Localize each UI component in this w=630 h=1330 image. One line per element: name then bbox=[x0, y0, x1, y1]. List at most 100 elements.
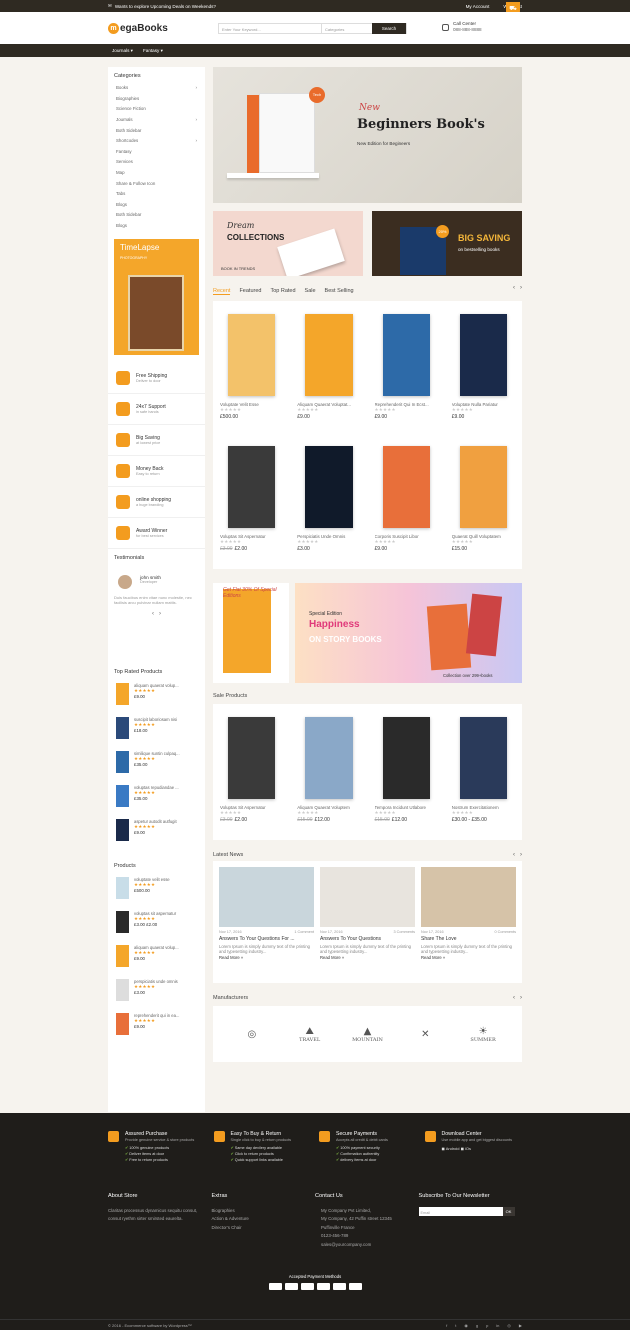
category-item[interactable]: Blogs bbox=[108, 221, 205, 232]
tab-sale[interactable]: Sale bbox=[305, 288, 316, 294]
service-sub: Accepts all credit & debit cards bbox=[336, 1138, 388, 1142]
product-list-item[interactable]: aliquam quaerat volup... ★★★★★ £9.00 bbox=[108, 941, 205, 975]
product-card[interactable]: Reprehenderit Qui In Ecst... ★★★★★ £9.00 bbox=[368, 307, 445, 431]
next-arrow-icon[interactable]: › bbox=[520, 852, 522, 858]
tab-best-selling[interactable]: Best Selling bbox=[325, 288, 354, 294]
testimonial-arrows[interactable]: ‹ › bbox=[114, 611, 199, 617]
tab-featured[interactable]: Featured bbox=[239, 288, 261, 294]
product-card[interactable]: Quaerat Quill Voluptatem ★★★★★ £15.00 bbox=[445, 439, 522, 563]
product-card[interactable]: Corporis Suscipit Libor ★★★★★ £9.00 bbox=[368, 439, 445, 563]
product-card[interactable]: Perspiciatis Unde Omnis ★★★★★ £3.00 bbox=[290, 439, 367, 563]
product-list-item[interactable]: aspetur autodit autfugit ★★★★★ £9.00 bbox=[108, 815, 205, 849]
category-item[interactable]: Both Sidebar bbox=[108, 210, 205, 221]
manufacturer-logo[interactable]: ◎ bbox=[230, 1017, 274, 1051]
nav-fantasy[interactable]: Fantasy ▾ bbox=[143, 48, 163, 54]
old-price: £15.00 bbox=[374, 817, 390, 823]
category-select[interactable]: Categories bbox=[322, 24, 372, 33]
timelapse-banner[interactable]: TimeLapse PHOTOGRAPHY bbox=[114, 239, 199, 356]
footer-link[interactable]: Action & Adventure bbox=[212, 1215, 316, 1224]
book-cover bbox=[459, 446, 507, 528]
google-icon[interactable]: g bbox=[476, 1323, 478, 1328]
manufacturer-logo[interactable]: ⛰ TRAVEL bbox=[288, 1017, 332, 1051]
news-item[interactable]: Nov 17, 2016 3 Comments Answers To Your Qu… bbox=[320, 867, 415, 977]
special-editions-banner[interactable]: Get Flat 30% Of Special Editions bbox=[213, 583, 289, 683]
search-button[interactable]: Search bbox=[372, 23, 406, 34]
tab-recent[interactable]: Recent bbox=[213, 288, 231, 295]
news-title[interactable]: Answers To Your Questions bbox=[320, 936, 415, 942]
product-thumb bbox=[116, 819, 129, 842]
category-item[interactable]: Biographies bbox=[108, 94, 205, 105]
book-cover bbox=[382, 446, 430, 528]
my-account-link[interactable]: My Account bbox=[466, 4, 490, 9]
search-input[interactable]: Enter Your Keyword... bbox=[219, 24, 322, 33]
big-saving-banner[interactable]: 20% BIG SAVING on bestselling books bbox=[372, 211, 522, 276]
product-list-item[interactable]: aliquam quaerat volup... ★★★★★ £9.00 bbox=[108, 679, 205, 713]
category-item[interactable]: Share & Follow Icon bbox=[108, 178, 205, 189]
product-card[interactable]: Voluptate Velit Esse ★★★★★ £500.00 bbox=[213, 307, 290, 431]
footer-link[interactable]: Biographies bbox=[212, 1207, 316, 1216]
category-label: Books bbox=[116, 85, 129, 91]
news-item[interactable]: Nov 17, 2016 1 Comment Answers To Your Que… bbox=[219, 867, 314, 977]
manufacturer-logo[interactable]: ☀ SUMMER bbox=[461, 1017, 505, 1051]
read-more-link[interactable]: Read More » bbox=[219, 955, 314, 960]
product-card[interactable]: Voluptas Sit Aspernatur ★★★★★ £3.00 £2.00 bbox=[213, 439, 290, 563]
product-list-item[interactable]: similique suntin culpaq... ★★★★★ £35.00 bbox=[108, 747, 205, 781]
contact-us: Contact Us My Company Pvt Limited, My Comp… bbox=[315, 1193, 419, 1250]
category-item[interactable]: Map bbox=[108, 168, 205, 179]
product-list-item[interactable]: suscipit laboriosam nisi ★★★★★ £18.00 bbox=[108, 713, 205, 747]
rss-icon[interactable]: ◉ bbox=[464, 1323, 468, 1328]
product-card[interactable]: Voluptas Sit Aspernatur ★★★★★ £3.00 £2.00 bbox=[213, 710, 290, 834]
product-list-item[interactable]: voluptate velit esse ★★★★★ £500.00 bbox=[108, 873, 205, 907]
category-item[interactable]: Books › bbox=[108, 83, 205, 94]
footer-link[interactable]: Director's Chair bbox=[212, 1224, 316, 1233]
category-item[interactable]: Both Sidebar bbox=[108, 125, 205, 136]
product-list-item[interactable]: voluptas sit aspernatur ★★★★★ £3.00 £2.00 bbox=[108, 907, 205, 941]
category-item[interactable]: Blogs bbox=[108, 200, 205, 211]
dream-collections-banner[interactable]: Dream COLLECTIONS BOOK IN TRENDS bbox=[213, 211, 363, 276]
price: £12.00 bbox=[314, 817, 330, 823]
manufacturer-logo[interactable]: ▲ MOUNTAIN bbox=[345, 1017, 389, 1051]
product-card[interactable]: Aliquam Quaerat Voluptat... ★★★★★ £9.00 bbox=[290, 307, 367, 431]
logo-mark-icon: ✕ bbox=[421, 1028, 430, 1040]
news-title[interactable]: Share The Love bbox=[421, 936, 516, 942]
product-card[interactable]: Tempora Incidunt Utlabore ★★★★★ £15.00 £12.… bbox=[368, 710, 445, 834]
hero-banner[interactable]: Tech New Beginners Book's New Edition fo… bbox=[213, 67, 522, 203]
youtube-icon[interactable]: ▶ bbox=[519, 1323, 522, 1328]
next-arrow-icon[interactable]: › bbox=[520, 995, 522, 1001]
news-item[interactable]: Nov 17, 2016 0 Comments Share The Love Lore… bbox=[421, 867, 516, 977]
prev-arrow-icon[interactable]: ‹ bbox=[513, 285, 515, 291]
category-label: Both Sidebar bbox=[116, 212, 142, 218]
happiness-banner[interactable]: Special Edition Happiness ON STORY BOOKS… bbox=[295, 583, 522, 683]
product-card[interactable]: Nostrum Exercitationem ★★★★★ £30.00 - £35.… bbox=[445, 710, 522, 834]
next-arrow-icon[interactable]: › bbox=[520, 285, 522, 291]
product-list-item[interactable]: voluptas repudiandae ... ★★★★★ £35.00 bbox=[108, 781, 205, 815]
nav-journals[interactable]: Journals ▾ bbox=[112, 48, 133, 54]
read-more-link[interactable]: Read More » bbox=[421, 955, 516, 960]
app-badges[interactable]: ◼ Android ◼ iOs bbox=[442, 1146, 513, 1151]
twitter-icon[interactable]: t bbox=[455, 1323, 456, 1328]
news-title[interactable]: Answers To Your Questions For ... bbox=[219, 936, 314, 942]
product-list-item[interactable]: perspiciatis unde omnis ★★★★★ £3.00 bbox=[108, 975, 205, 1009]
category-item[interactable]: Services bbox=[108, 157, 205, 168]
category-item[interactable]: Journals › bbox=[108, 115, 205, 126]
email-field[interactable]: Email bbox=[418, 1206, 503, 1216]
category-item[interactable]: Science Fiction bbox=[108, 104, 205, 115]
instagram-icon[interactable]: ◎ bbox=[507, 1323, 511, 1328]
subscribe-button[interactable]: OK bbox=[502, 1206, 515, 1216]
product-card[interactable]: Aliquam Quaerat Voluptem ★★★★★ £15.00 £12.0… bbox=[290, 710, 367, 834]
logo[interactable]: m egaBooks bbox=[108, 22, 168, 34]
read-more-link[interactable]: Read More » bbox=[320, 955, 415, 960]
manufacturer-logo[interactable]: ✕ bbox=[403, 1017, 447, 1051]
prev-arrow-icon[interactable]: ‹ bbox=[513, 852, 515, 858]
category-item[interactable]: Shortcodes › bbox=[108, 136, 205, 147]
linkedin-icon[interactable]: in bbox=[496, 1323, 499, 1328]
product-list-item[interactable]: reprehenderit qui in ea... ★★★★★ £9.00 bbox=[108, 1009, 205, 1043]
product-card[interactable]: Voluptate Nulla Pariatur ★★★★★ £9.00 bbox=[445, 307, 522, 431]
pinterest-icon[interactable]: p bbox=[486, 1323, 488, 1328]
category-item[interactable]: Fantasy bbox=[108, 147, 205, 158]
facebook-icon[interactable]: f bbox=[446, 1323, 447, 1328]
prev-arrow-icon[interactable]: ‹ bbox=[513, 995, 515, 1001]
category-item[interactable]: Tabs bbox=[108, 189, 205, 200]
news-meta: Nov 17, 2016 0 Comments bbox=[421, 930, 516, 934]
tab-top-rated[interactable]: Top Rated bbox=[270, 288, 295, 294]
